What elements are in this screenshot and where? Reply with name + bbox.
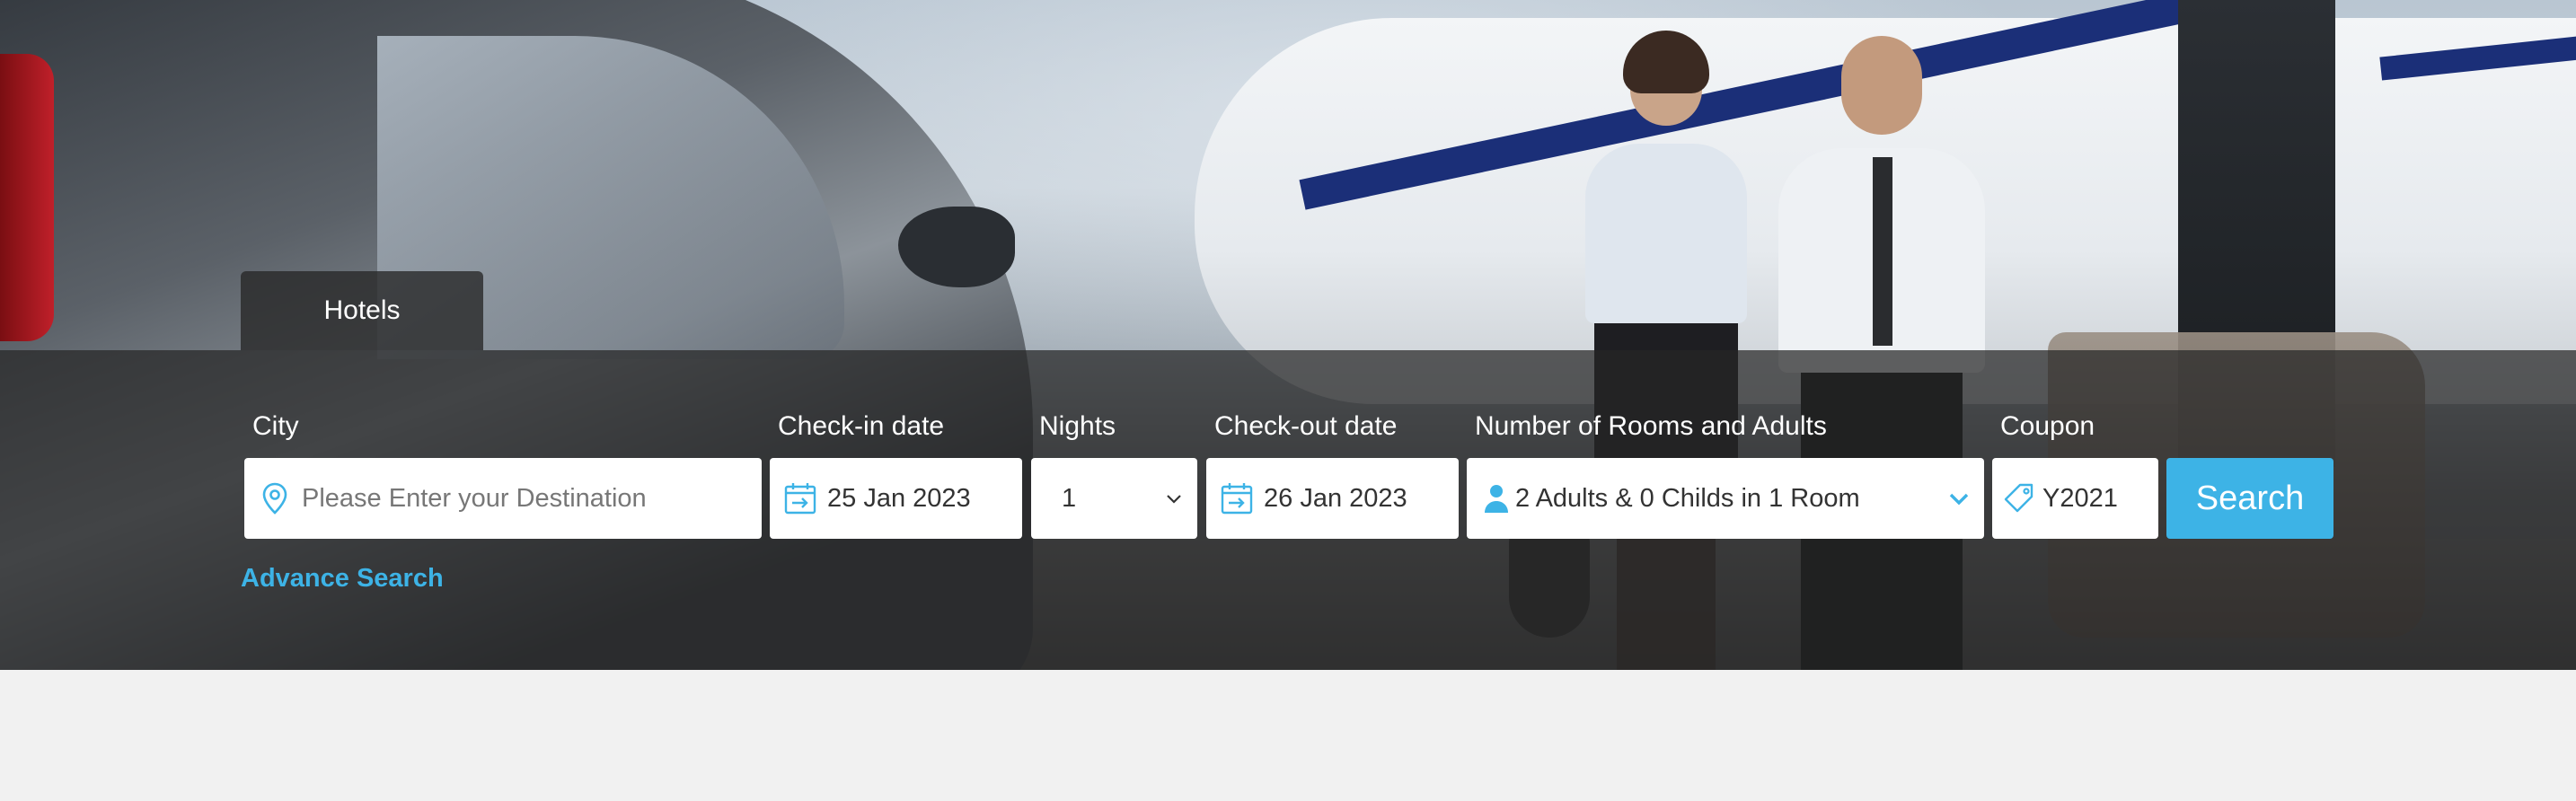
chevron-down-icon	[1167, 495, 1181, 504]
checkout-date-input[interactable]: 26 Jan 2023	[1206, 458, 1459, 539]
coupon-label: Coupon	[2000, 411, 2095, 441]
coupon-value: Y2021	[2042, 483, 2118, 513]
rooms-adults-select[interactable]: 2 Adults & 0 Childs in 1 Room	[1467, 458, 1984, 539]
tab-hotels[interactable]: Hotels	[241, 271, 483, 350]
checkin-value: 25 Jan 2023	[827, 483, 971, 513]
nights-select[interactable]: 1	[1031, 458, 1197, 539]
city-placeholder: Please Enter your Destination	[302, 483, 647, 513]
chevron-down-icon	[1949, 493, 1969, 506]
hero-banner: Hotels City Please Enter your Destinatio…	[0, 0, 2576, 670]
city-input[interactable]: Please Enter your Destination	[244, 458, 762, 539]
checkout-value: 26 Jan 2023	[1264, 483, 1407, 513]
calendar-icon	[784, 483, 816, 515]
checkin-label: Check-in date	[778, 411, 945, 441]
nights-value: 1	[1062, 483, 1077, 513]
location-pin-icon	[262, 482, 287, 515]
tab-hotels-label: Hotels	[323, 295, 401, 325]
car-mirror-image	[898, 207, 1015, 287]
rooms-label: Number of Rooms and Adults	[1475, 411, 1827, 441]
calendar-icon	[1221, 483, 1253, 515]
nights-label: Nights	[1039, 411, 1116, 441]
checkout-label: Check-out date	[1214, 411, 1398, 441]
coupon-input[interactable]: Y2021	[1992, 458, 2158, 539]
car-tail-light-image	[0, 54, 54, 341]
rooms-value: 2 Adults & 0 Childs in 1 Room	[1515, 483, 1860, 513]
search-button[interactable]: Search	[2166, 458, 2333, 539]
user-icon	[1485, 485, 1508, 513]
city-label: City	[252, 411, 299, 441]
checkin-date-input[interactable]: 25 Jan 2023	[770, 458, 1022, 539]
advance-search-link[interactable]: Advance Search	[241, 564, 444, 594]
page-content-area	[0, 670, 2576, 801]
tag-icon	[2004, 483, 2033, 513]
